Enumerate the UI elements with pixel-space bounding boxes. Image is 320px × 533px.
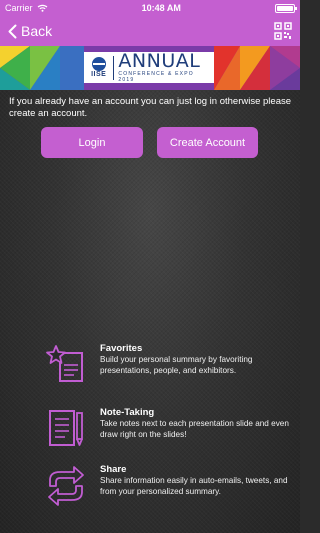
- feature-description: Build your personal summary by favoritin…: [100, 355, 253, 375]
- favorites-icon: [46, 345, 83, 382]
- carrier-label: Carrier: [5, 3, 33, 13]
- wifi-icon: [37, 4, 47, 12]
- feature-title: Share: [100, 464, 127, 475]
- feature-title: Favorites: [100, 343, 143, 354]
- create-account-button[interactable]: Create Account: [157, 127, 258, 158]
- status-bar: Carrier 10:48 AM: [0, 0, 300, 16]
- feature-favorites-text: Favorites Build your personal summary by…: [100, 343, 294, 387]
- feature-note-taking-text: Note-Taking Take notes next to each pres…: [100, 407, 294, 451]
- back-label: Back: [21, 23, 53, 39]
- share-icon: [48, 466, 84, 506]
- logo-org: IISE: [91, 71, 107, 78]
- chevron-left-icon: [8, 24, 17, 38]
- feature-title: Note-Taking: [100, 407, 155, 418]
- login-button[interactable]: Login: [41, 127, 143, 158]
- feature-favorites: Favorites Build your personal summary by…: [44, 343, 294, 387]
- status-time: 10:48 AM: [141, 3, 181, 13]
- nav-bar: Back: [0, 16, 300, 46]
- intro-text: If you already have an account you can j…: [9, 96, 292, 119]
- iise-annual-logo: IISE ANNUAL CONFERENCE & EXPO 2019: [84, 52, 214, 83]
- logo-text: ANNUAL CONFERENCE & EXPO 2019: [118, 50, 210, 84]
- battery-icon: [274, 3, 297, 13]
- feature-description: Share information easily in auto-emails,…: [100, 476, 288, 496]
- logo-mark: IISE: [88, 57, 109, 78]
- back-button[interactable]: Back: [8, 23, 52, 39]
- logo-title: ANNUAL: [118, 50, 201, 72]
- feature-note-taking: Note-Taking Take notes next to each pres…: [44, 407, 294, 451]
- status-left: Carrier: [5, 3, 48, 13]
- qr-code-icon[interactable]: [274, 22, 292, 40]
- note-taking-icon: [49, 410, 83, 446]
- logo-divider: [113, 55, 115, 80]
- globe-icon: [91, 57, 106, 71]
- feature-share: Share Share information easily in auto-e…: [44, 464, 294, 508]
- feature-description: Take notes next to each presentation sli…: [100, 419, 289, 439]
- feature-share-text: Share Share information easily in auto-e…: [100, 464, 294, 508]
- logo-subtitle: CONFERENCE & EXPO 2019: [118, 71, 194, 83]
